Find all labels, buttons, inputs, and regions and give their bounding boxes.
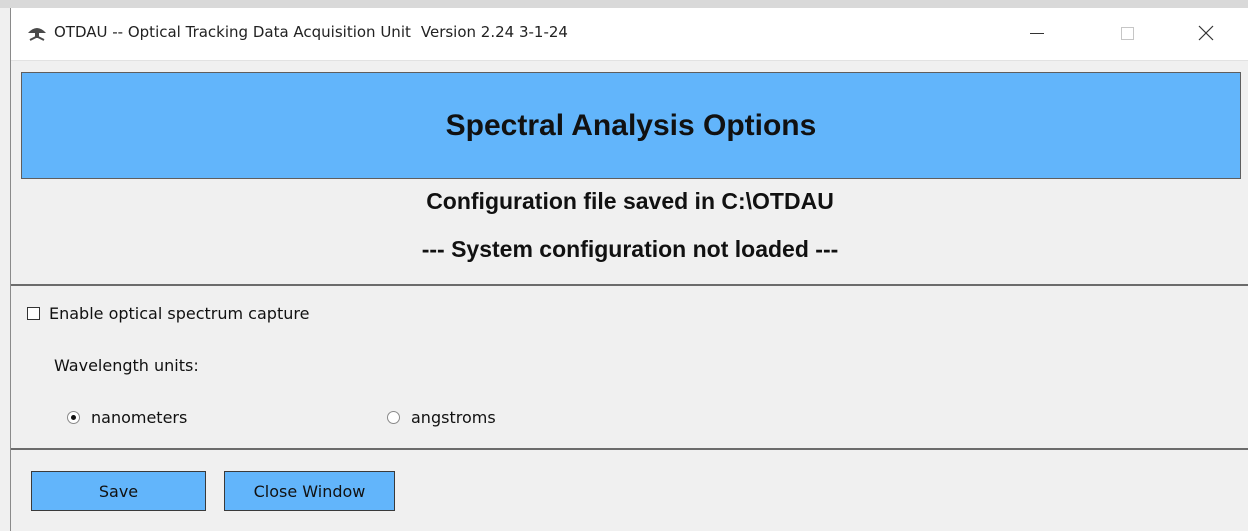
title-bar[interactable]: OTDAU -- Optical Tracking Data Acquisiti… (11, 8, 1248, 61)
close-window-button[interactable]: Close Window (224, 471, 395, 511)
window-title-version: Version 2.24 3-1-24 (420, 23, 568, 41)
app-window: OTDAU -- Optical Tracking Data Acquisiti… (10, 8, 1248, 531)
config-loaded-status: --- System configuration not loaded --- (421, 236, 839, 262)
radio-nanometers-button[interactable] (67, 411, 80, 424)
minimize-icon (1030, 32, 1044, 34)
radio-angstroms-button[interactable] (387, 411, 400, 424)
page-header: Spectral Analysis Options (21, 72, 1241, 179)
section-divider (11, 448, 1248, 450)
radio-nanometers[interactable]: nanometers (67, 408, 187, 427)
close-icon (1198, 25, 1214, 41)
enable-capture-checkbox[interactable] (27, 307, 40, 320)
minimize-button[interactable] (1014, 8, 1060, 58)
radio-angstroms-label: angstroms (411, 408, 496, 427)
background-strip (0, 0, 1248, 8)
radio-selected-dot (71, 415, 76, 420)
enable-capture-option[interactable]: Enable optical spectrum capture (27, 304, 309, 323)
radio-nanometers-label: nanometers (91, 408, 188, 427)
radio-angstroms[interactable]: angstroms (387, 408, 496, 427)
window-title: OTDAU -- Optical Tracking Data Acquisiti… (54, 23, 568, 41)
config-saved-status: Configuration file saved in C:\OTDAU (426, 188, 834, 214)
section-divider (11, 284, 1248, 286)
page-title: Spectral Analysis Options (445, 108, 817, 142)
window-title-name: OTDAU -- Optical Tracking Data Acquisiti… (54, 23, 411, 41)
maximize-button[interactable] (1104, 8, 1150, 58)
maximize-icon (1120, 26, 1134, 40)
wavelength-units-label: Wavelength units: (54, 356, 199, 375)
close-button[interactable] (1183, 8, 1229, 58)
satellite-dish-icon (28, 28, 46, 41)
enable-capture-label: Enable optical spectrum capture (49, 304, 310, 323)
save-button[interactable]: Save (31, 471, 206, 511)
